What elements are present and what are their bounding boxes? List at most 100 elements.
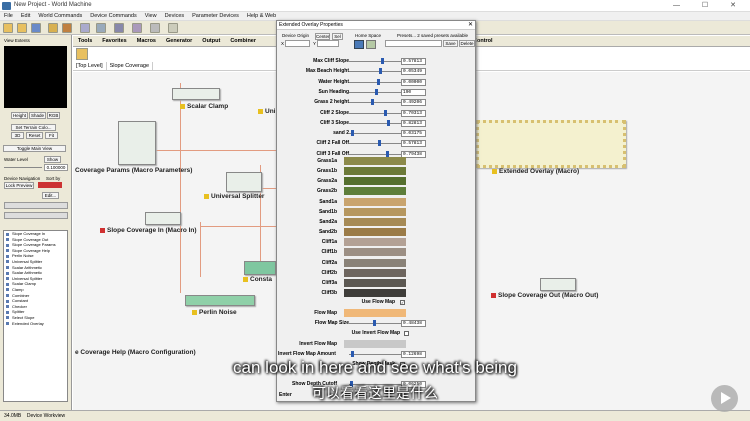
presets-dropdown[interactable]: [385, 40, 442, 47]
slider-value-field[interactable]: 0.82813: [401, 119, 426, 127]
tab-combiner[interactable]: Combiner: [225, 36, 261, 44]
tab-output[interactable]: Output: [197, 36, 225, 44]
color-swatch[interactable]: [344, 268, 406, 277]
invert-flow-amount-slider[interactable]: [349, 351, 401, 357]
slider-knob[interactable]: [386, 150, 390, 157]
macro-out-node[interactable]: [540, 278, 576, 291]
layout-icon[interactable]: [80, 23, 90, 33]
slider-value-field[interactable]: 190: [401, 88, 426, 96]
origin-x-field[interactable]: [285, 40, 310, 47]
menu-parameter-devices[interactable]: Parameter Devices: [188, 12, 243, 20]
delete-preset-button[interactable]: Delete: [459, 40, 475, 47]
slider-knob[interactable]: [378, 68, 382, 75]
color-swatch[interactable]: [344, 248, 406, 257]
slider-knob[interactable]: [387, 119, 391, 126]
new-icon[interactable]: [3, 23, 13, 33]
tab-tools[interactable]: Tools: [73, 36, 97, 44]
color-swatch[interactable]: [344, 238, 406, 247]
slider-value-field[interactable]: 0.49206: [401, 99, 426, 107]
parameter-slider[interactable]: [349, 130, 401, 137]
slider-knob[interactable]: [383, 109, 387, 116]
play-icon[interactable]: [711, 385, 738, 412]
color-swatch[interactable]: [344, 167, 406, 176]
fit-button[interactable]: Fit: [45, 132, 58, 139]
height-button[interactable]: Height: [11, 112, 28, 119]
parameter-slider[interactable]: [349, 140, 401, 147]
invert-flow-amount-field[interactable]: 0.12698: [401, 351, 426, 358]
slider-knob[interactable]: [377, 140, 381, 147]
reset-button[interactable]: Reset: [26, 132, 43, 139]
slider-value-field[interactable]: 0.57813: [401, 58, 426, 65]
save-icon[interactable]: [31, 23, 41, 33]
save-preset-button[interactable]: Save: [443, 40, 458, 47]
sort-selector[interactable]: [38, 182, 62, 188]
color-swatch[interactable]: [344, 177, 406, 186]
color-swatch[interactable]: [344, 197, 406, 206]
parameter-slider[interactable]: [349, 88, 401, 95]
breadcrumb-top-level[interactable]: [Top Level]: [73, 62, 107, 70]
flow-map-size-field[interactable]: 0.48438: [401, 320, 426, 327]
center-button[interactable]: Center: [315, 33, 330, 40]
parameter-slider[interactable]: [349, 99, 401, 106]
nav-buttons[interactable]: [4, 202, 68, 209]
render-icon[interactable]: [62, 23, 72, 33]
breadcrumb-slope-coverage[interactable]: Slope Coverage: [107, 62, 154, 70]
water-level-slider[interactable]: [4, 167, 42, 168]
slider-knob[interactable]: [370, 99, 374, 106]
shade-button[interactable]: Shade: [29, 112, 46, 119]
macro-in-node[interactable]: [145, 212, 181, 225]
window-controls[interactable]: — ☐ ✕: [673, 1, 746, 9]
universal-splitter-node[interactable]: [226, 172, 262, 192]
water-show-button[interactable]: Show: [44, 156, 61, 163]
menu-file[interactable]: File: [0, 12, 17, 20]
menu-world-commands[interactable]: World Commands: [34, 12, 86, 20]
slider-knob[interactable]: [381, 58, 385, 64]
edit-button[interactable]: Edit...: [42, 192, 59, 199]
flow-map-size-slider[interactable]: [349, 320, 401, 326]
lock-preview-button[interactable]: Lock Preview: [4, 182, 34, 189]
color-swatch[interactable]: [344, 187, 406, 196]
parameter-slider[interactable]: [349, 150, 401, 157]
menu-help[interactable]: Help & Web: [243, 12, 280, 20]
macro-params-node[interactable]: [118, 121, 156, 165]
tab-favorites[interactable]: Favorites: [97, 36, 131, 44]
slider-knob[interactable]: [376, 78, 380, 85]
link-icon[interactable]: [132, 23, 142, 33]
home-space-local-icon[interactable]: [354, 40, 364, 49]
menu-device-commands[interactable]: Device Commands: [86, 12, 140, 20]
parameter-slider[interactable]: [349, 78, 401, 85]
open-icon[interactable]: [17, 23, 27, 33]
constant-node[interactable]: [244, 261, 276, 275]
color-swatch[interactable]: [344, 278, 406, 287]
parameter-slider[interactable]: [349, 68, 401, 75]
use-flow-map-checkbox[interactable]: ✓: [400, 300, 405, 305]
parameter-slider[interactable]: [349, 119, 401, 126]
view-icon[interactable]: [96, 23, 106, 33]
tab-generator[interactable]: Generator: [161, 36, 197, 44]
origin-y-field[interactable]: [317, 40, 339, 47]
sel-button[interactable]: Sel: [332, 33, 343, 40]
nav-buttons-row2[interactable]: [4, 212, 68, 219]
invert-flow-map-swatch[interactable]: [344, 340, 406, 348]
tab-macros[interactable]: Macros: [132, 36, 161, 44]
perlin-noise-node[interactable]: [185, 295, 255, 306]
color-swatch[interactable]: [344, 207, 406, 216]
slider-value-field[interactable]: 0.03175: [401, 130, 426, 138]
color-swatch[interactable]: [344, 258, 406, 267]
color-swatch[interactable]: [344, 157, 406, 165]
toggle-main-view-button[interactable]: Toggle Main View: [3, 145, 66, 152]
color-swatch[interactable]: [344, 288, 406, 297]
slider-value-field[interactable]: 0.57813: [401, 140, 426, 148]
color-swatch[interactable]: [344, 217, 406, 226]
slider-value-field[interactable]: 0.00000: [401, 78, 426, 86]
settings-icon[interactable]: [168, 23, 178, 33]
zoom-icon[interactable]: [150, 23, 160, 33]
color-swatch[interactable]: [344, 228, 406, 237]
scalar-clamp-node[interactable]: [172, 88, 220, 100]
slider-value-field[interactable]: 0.05349: [401, 68, 426, 76]
menu-view[interactable]: View: [141, 12, 161, 20]
terrain-preview[interactable]: [4, 46, 67, 108]
macro-device-icon[interactable]: [76, 48, 88, 60]
3d-button[interactable]: 3D: [11, 132, 24, 139]
build-icon[interactable]: [48, 23, 58, 33]
